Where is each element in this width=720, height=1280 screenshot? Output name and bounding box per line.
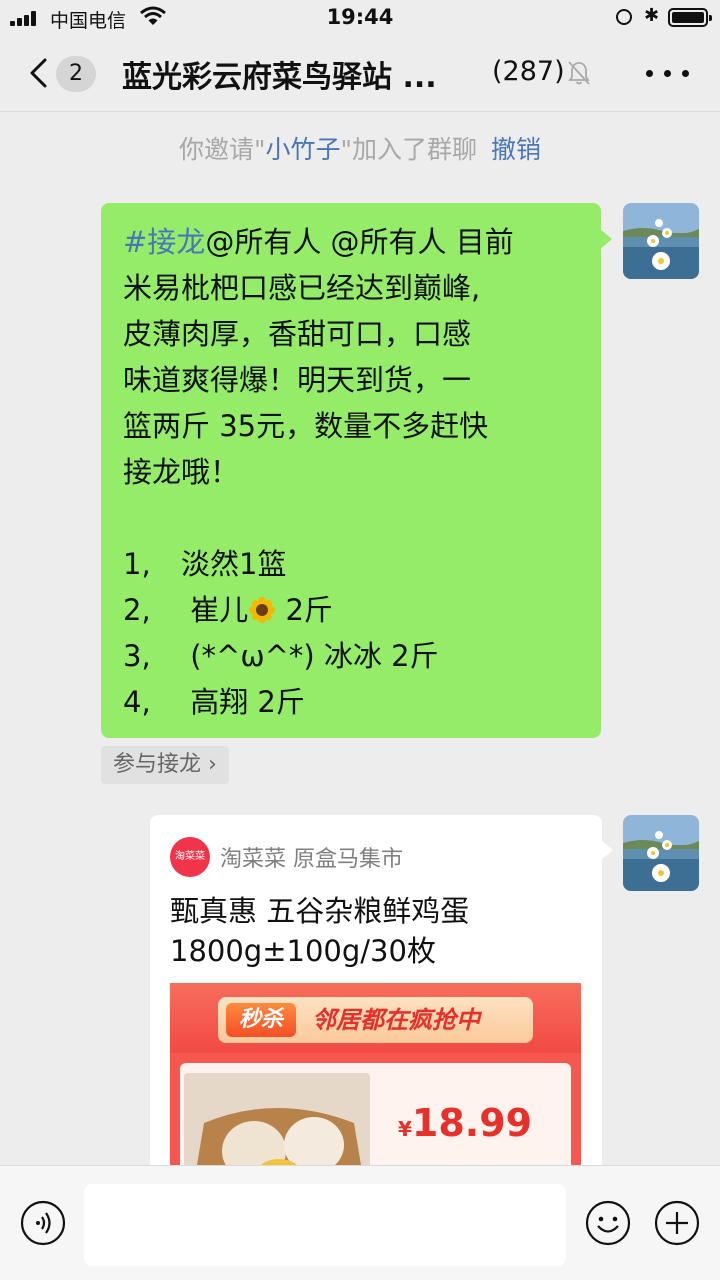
jielong-message-bubble[interactable]: #接龙@所有人 @所有人 目前 米易枇杷口感已经达到巅峰, 皮薄肉厚，香甜可口，… [101,203,612,738]
product-title: 甄真惠 五谷杂粮鲜鸡蛋 1800g±100g/30枚 [170,894,470,968]
list-item: 4, 高翔 2斤 [123,685,305,719]
shop-name: 淘菜菜 原盒马集市 [220,847,403,872]
flash-sale-tag: 秒杀 [226,1003,296,1037]
shop-logo: 淘菜菜 [170,837,210,877]
rotation-lock-icon [616,9,632,25]
clock: 19:44 [326,5,394,29]
message-input[interactable] [84,1184,566,1266]
promo-pill: 秒杀 邻居都在疯抢中 [218,997,533,1043]
revoke-link[interactable]: 撤销 [491,135,541,164]
more-options-icon[interactable] [646,70,690,78]
card-tail [601,840,613,860]
unread-count-badge[interactable]: 2 [56,56,96,92]
back-chevron-icon[interactable] [28,58,48,88]
jielong-hashtag[interactable]: #接龙 [123,225,205,259]
member-count: (287) [492,56,565,87]
sender-avatar[interactable] [623,203,699,279]
battery-icon [668,8,712,27]
chat-header: 2 蓝光彩云府菜鸟驿站 ... (287) [0,36,720,112]
egg-image [184,1073,370,1175]
product-card[interactable]: 淘菜菜 淘菜菜 原盒马集市 甄真惠 五谷杂粮鲜鸡蛋 1800g±100g/30枚… [150,815,602,1175]
system-message: 你邀请"小竹子"加入了群聊 撤销 [0,130,720,166]
jielong-list: 1, 淡然1篮 2, 崔儿 2斤 3, (*^ω^*) 冰冰 2斤 4, 高翔 2… [123,541,581,725]
list-item: 1, 淡然1篮 [123,547,287,581]
list-item: 3, (*^ω^*) 冰冰 2斤 [123,639,439,673]
message-line: 味道爽得爆！明天到货，一 [123,363,472,397]
system-message-suffix: "加入了群聊 [340,135,478,164]
voice-input-icon[interactable] [20,1200,66,1246]
message-line: 米易枇杷口感已经达到巅峰, [123,271,481,305]
promo-slogan: 邻居都在疯抢中 [312,1006,480,1034]
message-line: 皮薄肉厚，香甜可口，口感 [123,317,472,351]
status-bar: 中国电信 19:44 ✱ [0,0,720,36]
input-bar [0,1165,720,1280]
mute-bell-icon [568,61,590,85]
sender-avatar[interactable] [623,815,699,891]
sunflower-icon [249,597,276,623]
message-line: 接龙哦！ [123,455,240,489]
system-message-prefix: 你邀请" [178,135,266,164]
product-price: ¥18.99 [398,1101,533,1145]
join-jielong-button[interactable]: 参与接龙 › [101,746,229,784]
chat-title: 蓝光彩云府菜鸟驿站 ... [122,60,437,95]
more-functions-plus-icon[interactable] [654,1200,700,1246]
bluetooth-icon: ✱ [644,5,660,26]
invited-user-link[interactable]: 小竹子 [265,135,340,164]
emoji-icon[interactable] [585,1200,631,1246]
message-line: 篮两斤 35元，数量不多赶快 [123,409,489,443]
product-banner[interactable]: 秒杀 邻居都在疯抢中 ¥18.99 [170,983,581,1175]
list-item: 2, 崔儿 2斤 [123,593,333,627]
message-line: @所有人 @所有人 目前 [205,225,514,259]
